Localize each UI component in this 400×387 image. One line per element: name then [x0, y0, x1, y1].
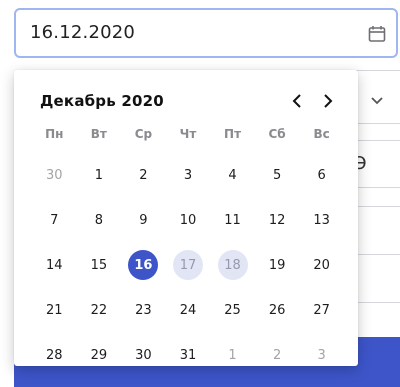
week-row: 30 1 2 3 4 5 6 [32, 160, 344, 190]
day-label: 12 [268, 212, 286, 228]
week-row: 14 15 16 17 18 19 20 [32, 250, 344, 280]
calendar-popup: Декабрь 2020 Пн Вт Ср Чт Пт Сб Вс 30 1 2 3 4… [14, 70, 358, 366]
calendar-day[interactable]: 29 [77, 340, 122, 370]
day-label: 22 [90, 302, 108, 318]
day-label: 31 [179, 347, 197, 363]
calendar-day[interactable]: 14 [32, 250, 77, 280]
weekday-label: Ср [134, 127, 153, 141]
day-label: 4 [228, 167, 237, 183]
day-label: 27 [313, 302, 330, 318]
calendar-day[interactable]: 28 [32, 340, 77, 370]
day-label: 23 [135, 302, 152, 318]
day-label: 29 [90, 347, 108, 363]
day-label: 19 [268, 257, 286, 273]
day-label: 10 [179, 212, 197, 228]
calendar-icon[interactable] [368, 25, 386, 43]
day-label: 1 [94, 167, 103, 183]
calendar-day[interactable]: 11 [210, 205, 255, 235]
calendar-day[interactable]: 22 [77, 295, 122, 325]
calendar-day[interactable]: 30 [32, 160, 77, 190]
day-label: 1 [228, 347, 237, 363]
day-label: 25 [224, 302, 241, 318]
day-label: 21 [46, 302, 63, 318]
calendar-day[interactable]: 7 [32, 205, 77, 235]
day-label: 8 [94, 212, 103, 228]
weekday-label: Вс [313, 127, 330, 141]
calendar-day[interactable]: 8 [77, 205, 122, 235]
day-label: 30 [46, 167, 63, 183]
calendar-day[interactable]: 21 [32, 295, 77, 325]
calendar-day[interactable]: 15 [77, 250, 122, 280]
week-row: 7 8 9 10 11 12 13 [32, 205, 344, 235]
day-label: 13 [313, 212, 330, 228]
day-label: 3 [317, 347, 326, 363]
day-label: 20 [313, 257, 330, 273]
weekday-label: Пн [45, 127, 64, 141]
day-label: 18 [217, 250, 248, 280]
day-label: 15 [90, 257, 108, 273]
next-month-button[interactable] [317, 90, 339, 112]
calendar-day[interactable]: 3 [166, 160, 211, 190]
calendar-day[interactable]: 23 [121, 295, 166, 325]
date-input[interactable]: 16.12.2020 [14, 8, 398, 58]
week-row: 28 29 30 31 1 2 3 [32, 340, 344, 370]
day-label: 28 [46, 347, 63, 363]
day-label: 5 [272, 167, 282, 183]
calendar-day[interactable]: 4 [210, 160, 255, 190]
calendar-day[interactable]: 24 [166, 295, 211, 325]
background-divider [356, 254, 400, 255]
day-label: 30 [135, 347, 152, 363]
day-label: 14 [46, 257, 63, 273]
date-input-value: 16.12.2020 [30, 22, 136, 43]
chevron-left-icon [292, 94, 301, 108]
day-label: 24 [179, 302, 197, 318]
calendar-day[interactable]: 27 [299, 295, 344, 325]
month-title: Декабрь 2020 [40, 92, 164, 110]
background-divider [356, 302, 400, 303]
weekday-label: Вт [90, 127, 107, 141]
calendar-day[interactable]: 1 [77, 160, 122, 190]
day-label: 17 [172, 250, 203, 280]
calendar-day[interactable]: 6 [299, 160, 344, 190]
calendar-day[interactable]: 2 [121, 160, 166, 190]
day-label: 6 [317, 167, 326, 183]
day-label: 2 [272, 347, 282, 363]
day-label: 3 [183, 167, 193, 183]
day-label: 11 [224, 212, 241, 228]
calendar-day[interactable]: 18 [210, 250, 255, 280]
week-row: 21 22 23 24 25 26 27 [32, 295, 344, 325]
calendar-day[interactable]: 10 [166, 205, 211, 235]
selected-day[interactable]: 16 [121, 250, 166, 280]
calendar-day[interactable]: 30 [121, 340, 166, 370]
chevron-down-icon [370, 91, 384, 105]
calendar-day[interactable]: 19 [255, 250, 300, 280]
weekday-label: Сб [268, 127, 286, 141]
chevron-right-icon [324, 94, 333, 108]
calendar-day[interactable]: 20 [299, 250, 344, 280]
calendar-day[interactable]: 5 [255, 160, 300, 190]
background-divider [356, 206, 400, 207]
day-label: 7 [50, 212, 59, 228]
calendar-day[interactable]: 31 [166, 340, 211, 370]
calendar-day[interactable]: 1 [210, 340, 255, 370]
day-label: 9 [139, 212, 148, 228]
calendar-day[interactable]: 13 [299, 205, 344, 235]
day-label: 16 [128, 250, 159, 280]
day-label: 2 [139, 167, 148, 183]
prev-month-button[interactable] [286, 90, 308, 112]
calendar-day[interactable]: 3 [299, 340, 344, 370]
calendar-day[interactable]: 12 [255, 205, 300, 235]
weekday-label: Пт [224, 127, 242, 141]
calendar-day[interactable]: 25 [210, 295, 255, 325]
calendar-day[interactable]: 26 [255, 295, 300, 325]
calendar-day[interactable]: 2 [255, 340, 300, 370]
day-label: 26 [268, 302, 286, 318]
calendar-day[interactable]: 17 [166, 250, 211, 280]
weekday-header: Пн Вт Ср Чт Пт Сб Вс [32, 127, 344, 147]
calendar-day[interactable]: 9 [121, 205, 166, 235]
weekday-label: Чт [179, 127, 197, 141]
